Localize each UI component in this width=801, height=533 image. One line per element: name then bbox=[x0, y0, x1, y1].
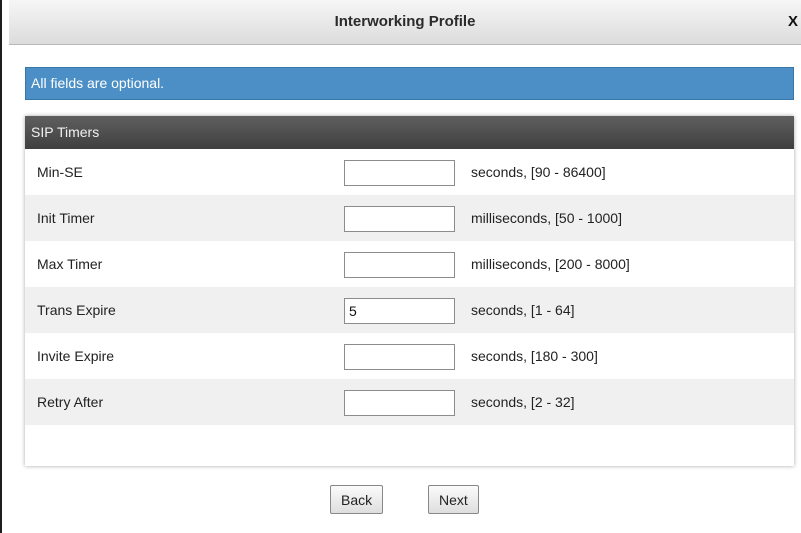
field-hint: seconds, [2 - 32] bbox=[471, 394, 575, 410]
field-label: Init Timer bbox=[37, 210, 95, 226]
field-row-min-se: Min-SE seconds, [90 - 86400] bbox=[25, 149, 794, 195]
field-label: Retry After bbox=[37, 394, 104, 410]
field-hint: seconds, [180 - 300] bbox=[471, 348, 598, 364]
field-hint: seconds, [90 - 86400] bbox=[471, 164, 606, 180]
invite-expire-input[interactable] bbox=[344, 344, 455, 370]
field-hint: milliseconds, [200 - 8000] bbox=[471, 256, 630, 272]
dialog-titlebar: Interworking Profile X bbox=[9, 0, 801, 45]
min-se-input[interactable] bbox=[344, 160, 455, 186]
init-timer-input[interactable] bbox=[344, 206, 455, 232]
field-row-max-timer: Max Timer milliseconds, [200 - 8000] bbox=[25, 241, 794, 287]
field-label: Max Timer bbox=[37, 256, 103, 272]
field-row-invite-expire: Invite Expire seconds, [180 - 300] bbox=[25, 333, 794, 379]
field-row-retry-after: Retry After seconds, [2 - 32] bbox=[25, 379, 794, 425]
sip-timers-panel: SIP Timers Min-SE seconds, [90 - 86400] … bbox=[25, 116, 794, 466]
field-hint: seconds, [1 - 64] bbox=[471, 302, 575, 318]
max-timer-input[interactable] bbox=[344, 252, 455, 278]
trans-expire-input[interactable] bbox=[344, 298, 455, 324]
close-button[interactable]: X bbox=[788, 13, 801, 30]
dialog-title: Interworking Profile bbox=[334, 13, 476, 30]
info-banner: All fields are optional. bbox=[25, 67, 794, 100]
field-label: Min-SE bbox=[37, 164, 83, 180]
back-button[interactable]: Back bbox=[330, 485, 384, 514]
next-button[interactable]: Next bbox=[428, 485, 479, 514]
retry-after-input[interactable] bbox=[344, 390, 455, 416]
section-header-sip-timers: SIP Timers bbox=[25, 116, 794, 149]
field-label: Trans Expire bbox=[37, 302, 116, 318]
field-row-init-timer: Init Timer milliseconds, [50 - 1000] bbox=[25, 195, 794, 241]
window-left-edge bbox=[0, 0, 2, 533]
field-hint: milliseconds, [50 - 1000] bbox=[471, 210, 622, 226]
field-label: Invite Expire bbox=[37, 348, 115, 364]
field-row-trans-expire: Trans Expire seconds, [1 - 64] bbox=[25, 287, 794, 333]
